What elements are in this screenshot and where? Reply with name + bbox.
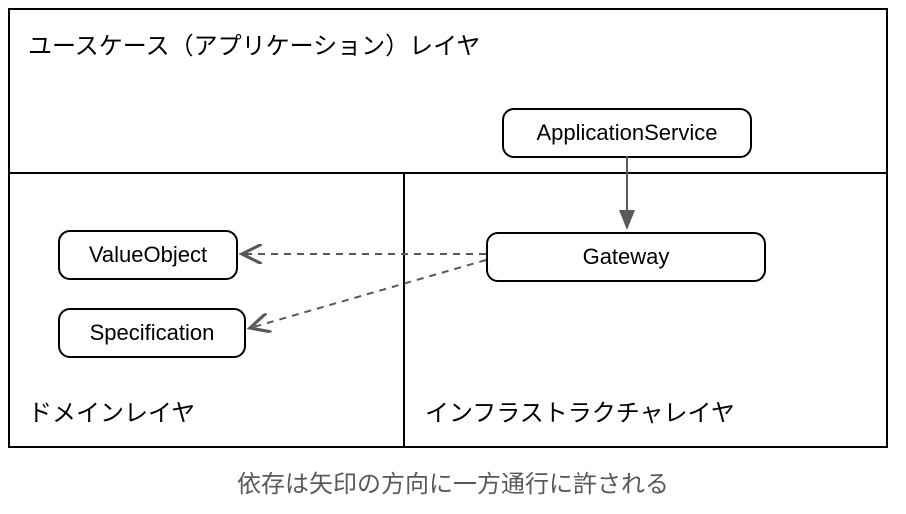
value-object-node: ValueObject — [58, 230, 238, 280]
infrastructure-layer-title: インフラストラクチャレイヤ — [425, 393, 735, 428]
application-service-node: ApplicationService — [502, 108, 752, 158]
domain-layer-title: ドメインレイヤ — [28, 393, 195, 428]
specification-node: Specification — [58, 308, 246, 358]
usecase-layer-title: ユースケース（アプリケーション）レイヤ — [28, 26, 480, 61]
diagram-caption: 依存は矢印の方向に一方通行に許される — [0, 464, 906, 499]
gateway-node: Gateway — [486, 232, 766, 282]
layered-architecture-diagram: ユースケース（アプリケーション）レイヤ ドメインレイヤ インフラストラクチャレイ… — [8, 8, 888, 448]
infrastructure-layer: インフラストラクチャレイヤ — [407, 174, 886, 446]
usecase-layer: ユースケース（アプリケーション）レイヤ — [10, 10, 886, 174]
